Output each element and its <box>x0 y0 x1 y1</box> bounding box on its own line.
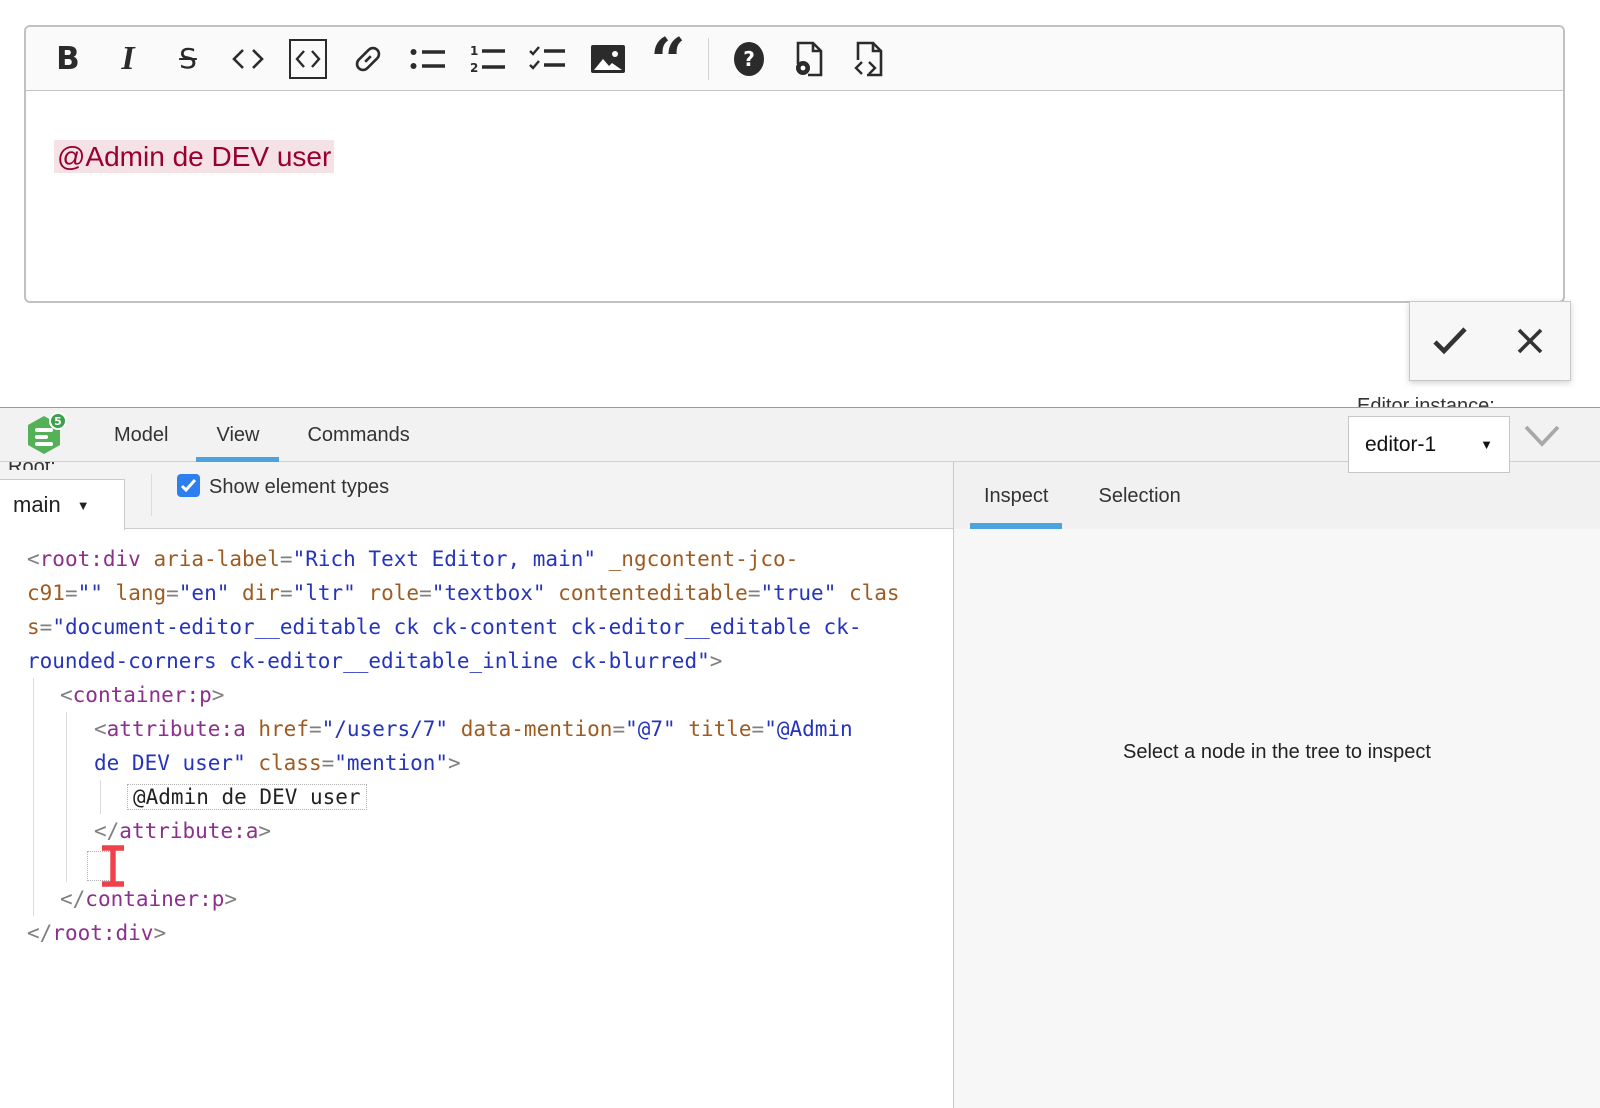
mention-chip: @Admin de DEV user <box>54 140 334 173</box>
tree-toolbar: Root: main ▼ Show element types <box>0 462 953 529</box>
strikethrough-button[interactable]: S <box>158 33 218 85</box>
editor-instance-select[interactable]: editor-1 ▼ <box>1348 416 1510 473</box>
close-icon <box>1514 325 1546 357</box>
toolbar-separator <box>151 474 152 516</box>
tab-inspect[interactable]: Inspect <box>982 462 1050 529</box>
inspect-pane: Inspect Selection Select a node in the t… <box>954 462 1600 1108</box>
mention-action-balloon <box>1409 301 1571 381</box>
code-block-icon <box>287 38 329 80</box>
tree-line[interactable]: <attribute:a href="/users/7" data-mentio… <box>27 712 933 746</box>
tree-line[interactable]: <container:p> <box>27 678 933 712</box>
code-icon <box>230 45 266 73</box>
confirm-button[interactable] <box>1415 307 1485 375</box>
tree-line[interactable]: rounded-corners ck-editor__editable_inli… <box>27 644 933 678</box>
ckeditor-logo-icon: 5 <box>24 412 68 458</box>
collapse-inspector-button[interactable] <box>1522 422 1562 453</box>
tab-view[interactable]: View <box>216 408 259 462</box>
root-tab-main[interactable]: main ▼ <box>0 479 125 530</box>
tree-line[interactable]: de DEV user" class="mention"> <box>27 746 933 780</box>
todo-list-button[interactable] <box>518 33 578 85</box>
editor-toolbar: B I S <box>26 27 1563 91</box>
block-quote-button[interactable]: “ <box>638 33 698 85</box>
inspect-empty-message: Select a node in the tree to inspect <box>954 741 1600 764</box>
editor-instance-value: editor-1 <box>1365 433 1436 457</box>
link-button[interactable] <box>338 33 398 85</box>
view-tree: <root:div aria-label="Rich Text Editor, … <box>0 529 953 1108</box>
svg-text:1: 1 <box>470 44 478 58</box>
link-icon <box>350 41 386 77</box>
code-button[interactable] <box>218 33 278 85</box>
tab-model[interactable]: Model <box>114 408 168 462</box>
insert-image-button[interactable] <box>578 33 638 85</box>
bold-icon: B <box>56 41 80 77</box>
tree-pane: Root: main ▼ Show element types <box>0 462 954 1108</box>
tree-line[interactable]: </container:p> <box>27 882 933 916</box>
inspector-body: Root: main ▼ Show element types <box>0 462 1600 1108</box>
tree-text-node[interactable]: @Admin de DEV user <box>127 784 367 810</box>
root-tab-caret-icon: ▼ <box>77 498 90 513</box>
source-editing-icon <box>850 40 888 78</box>
svg-text:2: 2 <box>470 61 478 74</box>
svg-text:?: ? <box>743 47 755 71</box>
check-icon <box>1429 324 1471 358</box>
help-button[interactable]: ? <box>719 33 779 85</box>
tab-selection[interactable]: Selection <box>1096 462 1182 529</box>
numbered-list-icon: 1 2 <box>469 44 507 74</box>
ckeditor-inspector: 5 Model View Commands editor-1 ▼ Root: m… <box>0 407 1600 1108</box>
bulleted-list-button[interactable] <box>398 33 458 85</box>
block-quote-icon: “ <box>650 56 686 90</box>
chevron-down-icon <box>1522 422 1562 450</box>
bold-button[interactable]: B <box>38 33 98 85</box>
source-editing-button[interactable] <box>839 33 899 85</box>
rich-text-editor: B I S <box>24 25 1565 303</box>
numbered-list-button[interactable]: 1 2 <box>458 33 518 85</box>
todo-list-icon <box>529 45 567 73</box>
bulleted-list-icon <box>409 45 447 73</box>
tree-line[interactable]: @Admin de DEV user <box>27 780 933 814</box>
tree-line[interactable]: </attribute:a> <box>27 814 933 848</box>
editor-instance-label-clipped: Editor instance: <box>1357 396 1527 407</box>
italic-button[interactable]: I <box>98 33 158 85</box>
tree-line[interactable] <box>27 848 933 882</box>
tree-line[interactable]: s="document-editor__editable ck ck-conte… <box>27 610 933 644</box>
editor-editable-area[interactable]: @Admin de DEV user <box>26 91 1563 223</box>
help-icon: ? <box>731 41 767 77</box>
select-caret-icon: ▼ <box>1480 437 1493 452</box>
show-element-types-checkbox[interactable] <box>177 474 200 497</box>
italic-icon: I <box>121 40 134 78</box>
toolbar-divider <box>708 38 709 80</box>
root-tab-label: main <box>13 492 61 518</box>
image-icon <box>589 43 627 75</box>
code-block-button[interactable] <box>278 33 338 85</box>
svg-text:5: 5 <box>54 415 62 428</box>
tab-commands[interactable]: Commands <box>307 408 409 462</box>
tree-line[interactable]: c91="" lang="en" dir="ltr" role="textbox… <box>27 576 933 610</box>
strikethrough-icon: S <box>179 42 197 75</box>
screen: B I S <box>0 0 1600 1108</box>
tree-line[interactable]: </root:div> <box>27 916 933 950</box>
checkbox-check-icon <box>180 478 197 493</box>
tree-line[interactable]: <root:div aria-label="Rich Text Editor, … <box>27 542 933 576</box>
preview-icon <box>790 40 828 78</box>
preview-button[interactable] <box>779 33 839 85</box>
show-element-types-label: Show element types <box>209 476 389 499</box>
cancel-button[interactable] <box>1495 307 1565 375</box>
